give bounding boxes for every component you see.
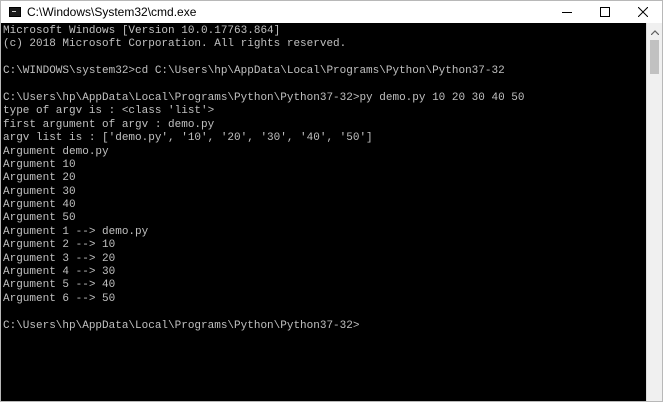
console-line: C:\WINDOWS\system32>cd C:\Users\hp\AppDa… xyxy=(3,65,505,78)
console-line: C:\Users\hp\AppData\Local\Programs\Pytho… xyxy=(3,91,525,104)
console-line: Argument 3 --> 20 xyxy=(3,252,116,265)
title-bar[interactable]: C:\Windows\System32\cmd.exe xyxy=(1,1,662,23)
minimize-icon xyxy=(562,7,572,17)
cmd-window: C:\Windows\System32\cmd.exe Microsoft Wi… xyxy=(0,0,663,402)
console-line: Argument 5 --> 40 xyxy=(3,279,116,292)
console-line: Argument 20 xyxy=(3,172,76,185)
console-line: first argument of argv : demo.py xyxy=(3,118,215,131)
console-line: Argument 4 --> 30 xyxy=(3,266,116,279)
scroll-thumb[interactable] xyxy=(650,40,659,74)
scroll-up-button[interactable] xyxy=(647,23,662,39)
window-controls xyxy=(548,1,662,23)
console-line: Argument demo.py xyxy=(3,145,109,158)
console-line: Argument 1 --> demo.py xyxy=(3,225,149,238)
console-prompt-line: C:\Users\hp\AppData\Local\Programs\Pytho… xyxy=(3,319,360,332)
console-line: argv list is : ['demo.py', '10', '20', '… xyxy=(3,132,373,145)
vertical-scrollbar[interactable] xyxy=(646,23,662,401)
console-line: Argument 40 xyxy=(3,199,76,212)
console-line: Microsoft Windows [Version 10.0.17763.86… xyxy=(3,25,281,37)
console-line: (c) 2018 Microsoft Corporation. All righ… xyxy=(3,38,347,51)
console-line: Argument 10 xyxy=(3,158,76,171)
maximize-button[interactable] xyxy=(586,1,624,23)
console-line: Argument 30 xyxy=(3,185,76,198)
console-line: type of argv is : <class 'list'> xyxy=(3,105,215,118)
console-line: Argument 2 --> 10 xyxy=(3,239,116,252)
console-line: Argument 50 xyxy=(3,212,76,225)
maximize-icon xyxy=(600,7,610,17)
close-icon xyxy=(638,7,648,17)
chevron-up-icon xyxy=(650,22,659,40)
window-title: C:\Windows\System32\cmd.exe xyxy=(27,5,197,19)
console-line: Argument 6 --> 50 xyxy=(3,292,116,305)
cmd-app-icon xyxy=(9,7,21,17)
minimize-button[interactable] xyxy=(548,1,586,23)
close-button[interactable] xyxy=(624,1,662,23)
console-text: Microsoft Windows [Version 10.0.17763.86… xyxy=(1,23,646,333)
console-output[interactable]: Microsoft Windows [Version 10.0.17763.86… xyxy=(1,23,646,401)
